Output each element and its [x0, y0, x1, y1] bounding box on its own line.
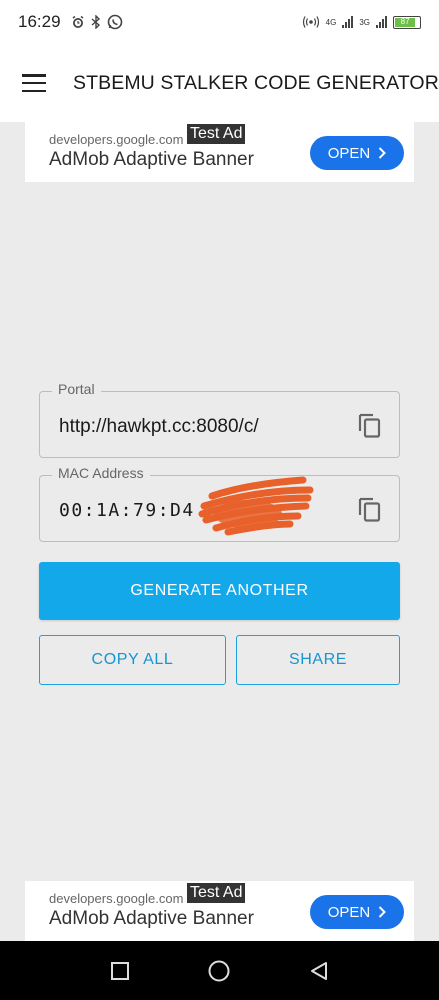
ad-domain: developers.google.com	[49, 891, 184, 906]
chevron-right-icon	[379, 147, 387, 159]
signal-icon-2	[376, 16, 387, 28]
menu-icon[interactable]	[22, 74, 46, 92]
home-button[interactable]	[207, 959, 231, 983]
portal-label: Portal	[52, 381, 101, 397]
recents-button[interactable]	[108, 959, 132, 983]
battery-icon: 87	[393, 15, 421, 29]
redaction-scribble	[198, 476, 314, 536]
hotspot-icon	[302, 16, 319, 28]
whatsapp-icon	[107, 14, 122, 30]
status-right-icons: 4G 3G 87	[302, 15, 421, 29]
generate-another-button[interactable]: GENERATE ANOTHER	[39, 562, 400, 620]
ad-title: AdMob Adaptive Banner	[49, 149, 254, 170]
copy-icon[interactable]	[357, 495, 383, 523]
chevron-right-icon	[379, 906, 387, 918]
ad-title: AdMob Adaptive Banner	[49, 908, 254, 929]
portal-field[interactable]: Portal http://hawkpt.cc:8080/c/	[39, 381, 400, 458]
battery-level: 87	[395, 17, 416, 27]
back-button[interactable]	[307, 959, 331, 983]
status-bar: 16:29 4G 3G 87	[0, 0, 439, 44]
mac-value[interactable]: 00:1A:79:D4	[59, 500, 195, 521]
copy-all-button[interactable]: COPY ALL	[39, 635, 226, 685]
signal-icon-1	[342, 16, 354, 28]
app-bar: STBEMU STALKER CODE GENERATOR	[0, 44, 439, 122]
mac-address-field[interactable]: MAC Address 00:1A:79:D4	[39, 465, 400, 542]
ad-open-button[interactable]: OPEN	[310, 136, 404, 170]
ad-open-label: OPEN	[327, 144, 371, 162]
status-left-icons	[71, 14, 123, 30]
network-4g-label: 4G	[325, 17, 337, 27]
ad-open-label: OPEN	[327, 903, 371, 921]
bluetooth-icon	[91, 15, 100, 29]
network-3g-label: 3G	[359, 17, 370, 27]
mac-label: MAC Address	[52, 465, 150, 481]
copy-icon[interactable]	[357, 411, 383, 439]
alarm-icon	[72, 15, 83, 28]
app-title: STBEMU STALKER CODE GENERATOR	[73, 71, 439, 94]
navigation-bar	[0, 941, 439, 1000]
ad-banner-top[interactable]: developers.google.com Test Ad AdMob Adap…	[25, 122, 414, 182]
test-ad-tag: Test Ad	[187, 883, 246, 903]
ad-domain: developers.google.com	[49, 132, 184, 147]
status-time: 16:29	[18, 12, 61, 31]
test-ad-tag: Test Ad	[187, 124, 246, 144]
square-icon	[110, 961, 129, 980]
triangle-back-icon	[311, 961, 328, 980]
ad-banner-bottom[interactable]: developers.google.com Test Ad AdMob Adap…	[25, 881, 414, 941]
ad-open-button[interactable]: OPEN	[310, 895, 404, 929]
portal-value[interactable]: http://hawkpt.cc:8080/c/	[59, 416, 259, 438]
share-button[interactable]: SHARE	[236, 635, 400, 685]
circle-icon	[208, 960, 230, 981]
